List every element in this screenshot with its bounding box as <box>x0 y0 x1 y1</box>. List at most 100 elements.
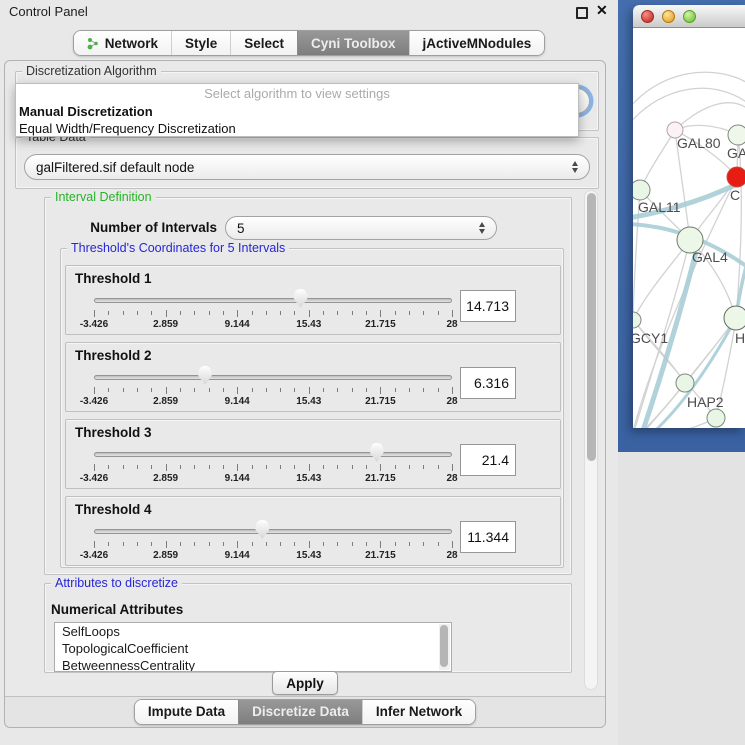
dropdown-option-manual[interactable]: Manual Discretization <box>16 103 578 120</box>
tick-mark <box>380 387 381 394</box>
threshold-value-input[interactable] <box>460 290 516 322</box>
tab-style[interactable]: Style <box>171 31 230 55</box>
tick-mark <box>252 311 253 315</box>
tick-mark <box>409 542 410 546</box>
float-window-icon[interactable] <box>576 7 588 19</box>
slider-thumb[interactable] <box>293 289 309 308</box>
tick-mark <box>266 465 267 469</box>
tick-mark <box>108 542 109 546</box>
tick-label: -3.426 <box>80 396 108 407</box>
tick-mark <box>452 387 453 394</box>
apply-button[interactable]: Apply <box>272 671 338 695</box>
tick-mark <box>452 310 453 317</box>
tick-mark <box>180 388 181 392</box>
interval-group-title: Interval Definition <box>51 190 156 204</box>
dropdown-option-equal-width[interactable]: Equal Width/Frequency Discretization <box>16 120 578 137</box>
dropdown-placeholder[interactable]: Select algorithm to view settings <box>16 84 578 103</box>
num-intervals-value: 5 <box>237 221 245 236</box>
slider-track[interactable] <box>94 529 452 534</box>
node-label: H <box>735 330 745 346</box>
threshold-value-input[interactable] <box>460 444 516 476</box>
tick-mark <box>438 388 439 392</box>
attribute-list-item[interactable]: TopologicalCoefficient <box>55 640 451 657</box>
attributes-group-title: Attributes to discretize <box>51 576 182 590</box>
network-node-selected <box>727 167 745 187</box>
slider-track[interactable] <box>94 375 452 380</box>
slider-thumb[interactable] <box>369 443 385 462</box>
table-data-group: Table Data galFiltered.sif default node <box>15 137 599 189</box>
mac-zoom-icon[interactable] <box>683 10 696 23</box>
slider-thumb[interactable] <box>197 366 213 385</box>
slider-track[interactable] <box>94 452 452 457</box>
tick-label: -3.426 <box>80 319 108 330</box>
list-scrollbar[interactable] <box>439 624 450 670</box>
tick-mark <box>323 311 324 315</box>
bottom-tab-bar: Impute DataDiscretize DataInfer Network <box>5 696 605 727</box>
tick-mark <box>237 464 238 471</box>
control-panel-titlebar: Control Panel ✕ <box>0 0 618 24</box>
tab-cyni-toolbox[interactable]: Cyni Toolbox <box>297 31 409 55</box>
close-icon[interactable]: ✕ <box>596 2 608 19</box>
tab-select[interactable]: Select <box>230 31 297 55</box>
tick-mark <box>337 465 338 469</box>
slider-track[interactable] <box>94 298 452 303</box>
tick-mark <box>252 388 253 392</box>
tick-mark <box>223 465 224 469</box>
tab-infer-network[interactable]: Infer Network <box>362 700 475 724</box>
tick-label: 21.715 <box>365 550 396 561</box>
tick-mark <box>151 311 152 315</box>
tick-mark <box>337 388 338 392</box>
slider-thumb[interactable] <box>254 520 270 539</box>
tick-mark <box>323 465 324 469</box>
tick-mark <box>237 541 238 548</box>
numerical-attributes-list[interactable]: SelfLoopsTopologicalCoefficientBetweenne… <box>54 622 452 672</box>
tick-mark <box>223 388 224 392</box>
tick-label: 21.715 <box>365 473 396 484</box>
tick-mark <box>137 465 138 469</box>
network-window-titlebar[interactable] <box>633 5 745 28</box>
tick-mark <box>294 542 295 546</box>
cyni-toolbox-panel: Discretization Algorithm Select algorith… <box>4 60 606 728</box>
tick-mark <box>137 311 138 315</box>
tick-mark <box>438 542 439 546</box>
threshold-value-input[interactable] <box>460 521 516 553</box>
content-scrollbar-thumb[interactable] <box>587 193 596 461</box>
tick-mark <box>94 541 95 548</box>
thresholds-group-title: Threshold's Coordinates for 5 Intervals <box>67 241 289 255</box>
tick-mark <box>423 542 424 546</box>
network-canvas[interactable]: GAL80 GA C GAL11 GAL4 GCY1 H HAP2 <box>633 28 745 428</box>
tick-mark <box>380 310 381 317</box>
slider-ticks <box>94 310 452 318</box>
tick-mark <box>137 542 138 546</box>
attribute-list-item[interactable]: SelfLoops <box>55 623 451 640</box>
thresholds-group: Threshold's Coordinates for 5 Intervals … <box>60 248 564 568</box>
slider-ticks <box>94 464 452 472</box>
tick-mark <box>94 464 95 471</box>
top-tab-bar: NetworkStyleSelectCyni ToolboxjActiveMNo… <box>0 30 618 56</box>
threshold-value-input[interactable] <box>460 367 516 399</box>
tick-mark <box>166 464 167 471</box>
mac-minimize-icon[interactable] <box>662 10 675 23</box>
tick-label: 2.859 <box>153 396 178 407</box>
tick-mark <box>438 465 439 469</box>
content-scrollbar[interactable] <box>584 190 598 690</box>
tick-mark <box>395 542 396 546</box>
interval-definition-group: Interval Definition Number of Intervals … <box>44 197 572 575</box>
table-data-combobox[interactable]: galFiltered.sif default node <box>24 154 590 180</box>
tab-discretize-data[interactable]: Discretize Data <box>238 700 362 724</box>
network-window[interactable]: GAL80 GA C GAL11 GAL4 GCY1 H HAP2 <box>633 5 745 428</box>
tick-label: 15.43 <box>296 396 321 407</box>
tab-network[interactable]: Network <box>74 31 171 55</box>
tick-mark <box>294 388 295 392</box>
tab-impute-data[interactable]: Impute Data <box>135 700 238 724</box>
tick-mark <box>123 542 124 546</box>
tick-label: 28 <box>446 319 457 330</box>
tick-mark <box>137 388 138 392</box>
threshold-panel: Threshold 2-3.4262.8599.14415.4321.71528 <box>65 342 561 412</box>
mac-close-icon[interactable] <box>641 10 654 23</box>
tick-mark <box>452 541 453 548</box>
num-intervals-combobox[interactable]: 5 <box>225 216 497 240</box>
attribute-list-item[interactable]: BetweennessCentrality <box>55 657 451 672</box>
tick-mark <box>108 388 109 392</box>
tab-jactivemnodules[interactable]: jActiveMNodules <box>409 31 545 55</box>
